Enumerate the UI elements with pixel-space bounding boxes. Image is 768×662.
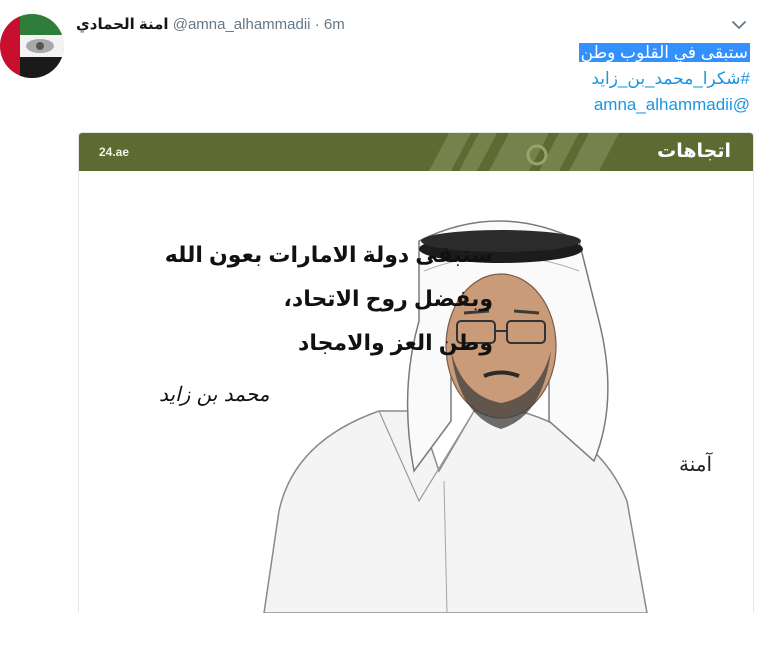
banner-source-label: 24.ae xyxy=(99,145,130,159)
chevron-down-icon[interactable] xyxy=(730,16,748,34)
avatar[interactable] xyxy=(0,14,64,78)
banner-decoration xyxy=(429,133,619,171)
separator-dot: · xyxy=(314,16,320,33)
quote-line: وبفضل روح الاتحاد، xyxy=(283,286,493,311)
quote-line: وطن العز والامجاد xyxy=(298,330,493,355)
quote-line: ستبقى دولة الامارات بعون الله xyxy=(164,242,493,267)
banner-section-title: اتجاهات xyxy=(657,141,731,162)
mention-link[interactable]: @amna_alhammadii xyxy=(594,95,750,114)
user-handle[interactable]: @amna_alhammadii xyxy=(173,16,311,33)
quote-signature: محمد بن زايد xyxy=(159,382,270,406)
uae-flag-avatar-icon xyxy=(0,14,64,78)
tweet-media-image[interactable]: 24.ae اتجاهات آمنة محمد بن زايد ستبقى دو… xyxy=(78,132,754,613)
display-name[interactable]: امنة الحمادي xyxy=(76,16,169,33)
tweet-text: ستبقى في القلوب وطن #شكرا_محمد_بن_زايد @… xyxy=(270,40,750,118)
image-banner: 24.ae اتجاهات xyxy=(79,133,753,171)
quote-text: ستبقى دولة الامارات بعون الله وبفضل روح … xyxy=(113,233,493,365)
hashtag-link[interactable]: #شكرا_محمد_بن_زايد xyxy=(591,69,750,88)
tweet-text-line: ستبقى في القلوب وطن xyxy=(578,43,750,62)
artist-signature: آمنة xyxy=(679,452,713,476)
tweet-timestamp[interactable]: 6m xyxy=(324,16,345,33)
tweet-header: امنة الحمادي @amna_alhammadii · 6m xyxy=(76,14,708,36)
